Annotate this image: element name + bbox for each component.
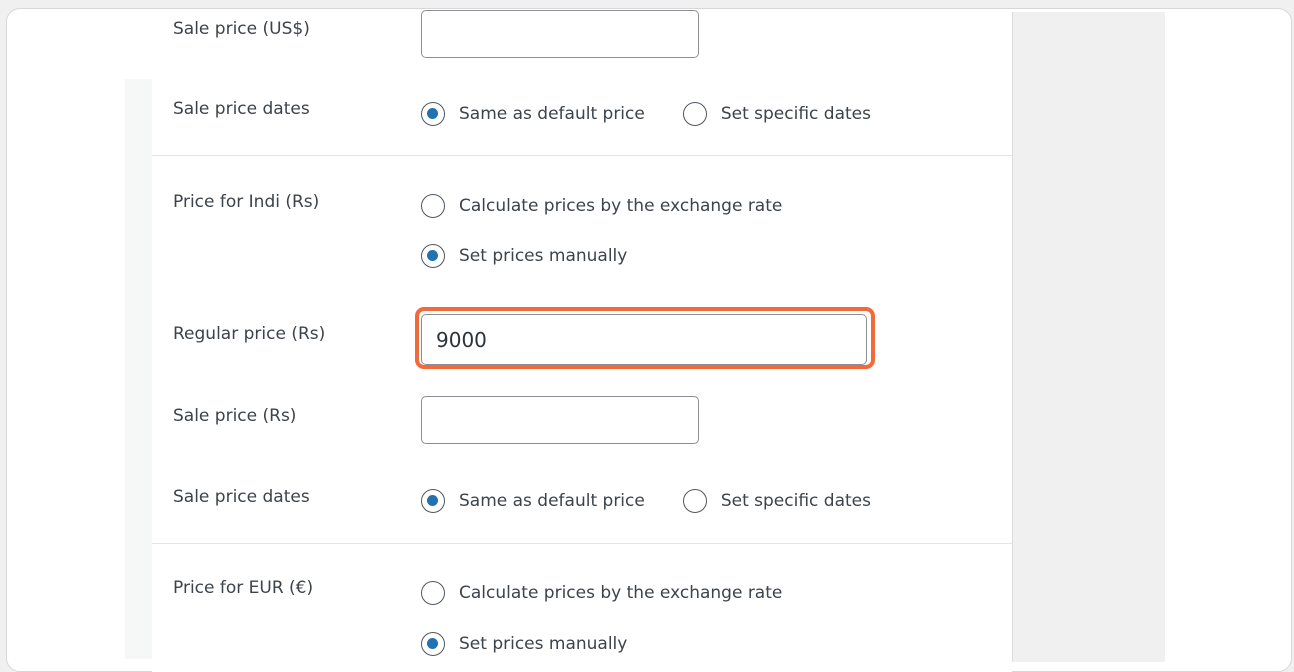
section-divider bbox=[152, 543, 1012, 544]
left-gutter bbox=[125, 79, 152, 659]
radio-unselected-icon[interactable] bbox=[421, 581, 445, 605]
radio-label: Same as default price bbox=[459, 104, 645, 124]
radio-label: Calculate prices by the exchange rate bbox=[459, 196, 783, 216]
eur-manual-option[interactable]: Set prices manually bbox=[421, 632, 627, 656]
indi-sale-dates-group: Same as default price Set specific dates bbox=[421, 489, 909, 513]
indi-sale-price-label: Sale price (Rs) bbox=[173, 406, 297, 426]
usd-sale-dates-group: Same as default price Set specific dates bbox=[421, 102, 909, 126]
usd-sale-dates-label: Sale price dates bbox=[173, 99, 310, 119]
usd-sale-dates-specific-option[interactable]: Set specific dates bbox=[682, 102, 871, 126]
eur-price-mode-option-manual: Set prices manually bbox=[421, 632, 665, 656]
section-divider bbox=[152, 155, 1012, 156]
sidebar-area bbox=[1013, 12, 1165, 662]
radio-label: Same as default price bbox=[459, 491, 645, 511]
indi-sale-dates-same-option[interactable]: Same as default price bbox=[421, 489, 645, 513]
indi-price-mode-option-exchange: Calculate prices by the exchange rate bbox=[421, 194, 820, 218]
eur-price-label: Price for EUR (€) bbox=[173, 578, 314, 598]
indi-regular-price-label: Regular price (Rs) bbox=[173, 324, 326, 344]
eur-exchange-rate-option[interactable]: Calculate prices by the exchange rate bbox=[421, 581, 782, 605]
radio-unselected-icon[interactable] bbox=[682, 489, 707, 513]
indi-price-mode-option-manual: Set prices manually bbox=[421, 244, 665, 268]
radio-unselected-icon[interactable] bbox=[682, 102, 707, 126]
radio-selected-icon[interactable] bbox=[421, 244, 445, 268]
indi-sale-dates-specific-option[interactable]: Set specific dates bbox=[682, 489, 871, 513]
radio-label: Set prices manually bbox=[459, 634, 628, 654]
radio-selected-icon[interactable] bbox=[421, 632, 445, 656]
radio-selected-icon[interactable] bbox=[421, 102, 445, 126]
indi-sale-dates-label: Sale price dates bbox=[173, 487, 310, 507]
radio-label: Set prices manually bbox=[459, 246, 628, 266]
usd-sale-dates-same-option[interactable]: Same as default price bbox=[421, 102, 645, 126]
radio-label: Calculate prices by the exchange rate bbox=[459, 583, 783, 603]
radio-unselected-icon[interactable] bbox=[421, 194, 445, 218]
indi-regular-price-input[interactable] bbox=[421, 314, 867, 365]
radio-label: Set specific dates bbox=[720, 491, 871, 511]
indi-price-label: Price for Indi (Rs) bbox=[173, 192, 320, 212]
indi-manual-option[interactable]: Set prices manually bbox=[421, 244, 627, 268]
radio-selected-icon[interactable] bbox=[421, 489, 445, 513]
usd-sale-price-label: Sale price (US$) bbox=[173, 19, 310, 39]
indi-exchange-rate-option[interactable]: Calculate prices by the exchange rate bbox=[421, 194, 782, 218]
indi-sale-price-input[interactable] bbox=[421, 396, 699, 444]
eur-price-mode-option-exchange: Calculate prices by the exchange rate bbox=[421, 581, 820, 605]
usd-sale-price-input[interactable] bbox=[421, 10, 699, 58]
radio-label: Set specific dates bbox=[720, 104, 871, 124]
